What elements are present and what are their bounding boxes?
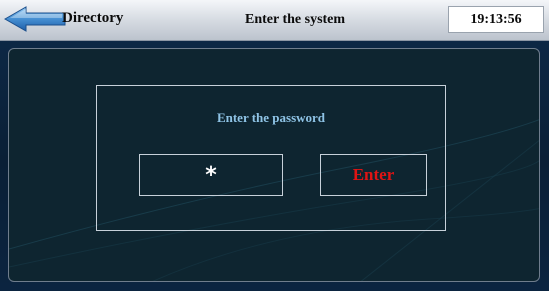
password-field[interactable]: *: [139, 154, 283, 196]
main-panel: Enter the password * Enter: [8, 48, 540, 282]
clock-display: 19:13:56: [448, 6, 544, 33]
enter-button[interactable]: Enter: [320, 154, 427, 196]
password-prompt: Enter the password: [216, 110, 326, 125]
login-box: Enter the password * Enter: [96, 85, 446, 231]
screen: Directory Enter the system 19:13:56 Ente…: [0, 0, 549, 291]
page-title: Enter the system: [245, 12, 346, 27]
back-button-label: Directory: [62, 10, 124, 26]
header-bar: Directory Enter the system 19:13:56: [0, 0, 549, 41]
arrow-left-icon: [4, 6, 66, 32]
back-button[interactable]: Directory: [4, 5, 154, 34]
